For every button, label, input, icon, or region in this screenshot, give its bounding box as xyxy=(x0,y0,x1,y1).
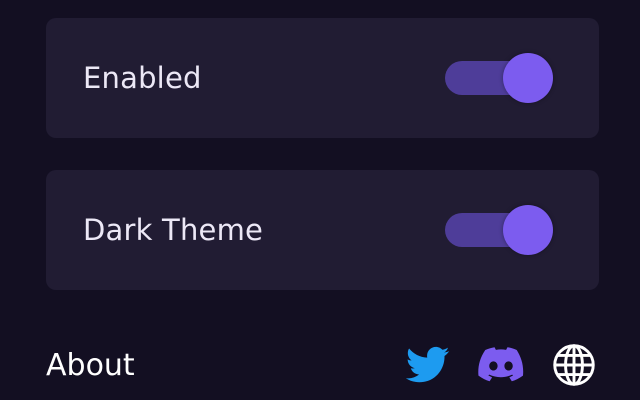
footer: About xyxy=(46,340,599,390)
twitter-icon[interactable] xyxy=(405,342,451,388)
discord-icon[interactable] xyxy=(478,342,524,388)
enabled-label: Enabled xyxy=(83,61,202,95)
globe-icon[interactable] xyxy=(551,342,597,388)
enabled-toggle[interactable] xyxy=(445,53,553,103)
dark-theme-toggle-knob xyxy=(503,205,553,255)
dark-theme-setting-card: Dark Theme xyxy=(46,170,599,290)
about-link[interactable]: About xyxy=(46,348,135,383)
dark-theme-label: Dark Theme xyxy=(83,213,264,247)
enabled-toggle-knob xyxy=(503,53,553,103)
enabled-setting-card: Enabled xyxy=(46,18,599,138)
settings-panel: Enabled Dark Theme About xyxy=(0,0,640,400)
social-icons xyxy=(405,342,597,388)
dark-theme-toggle[interactable] xyxy=(445,205,553,255)
